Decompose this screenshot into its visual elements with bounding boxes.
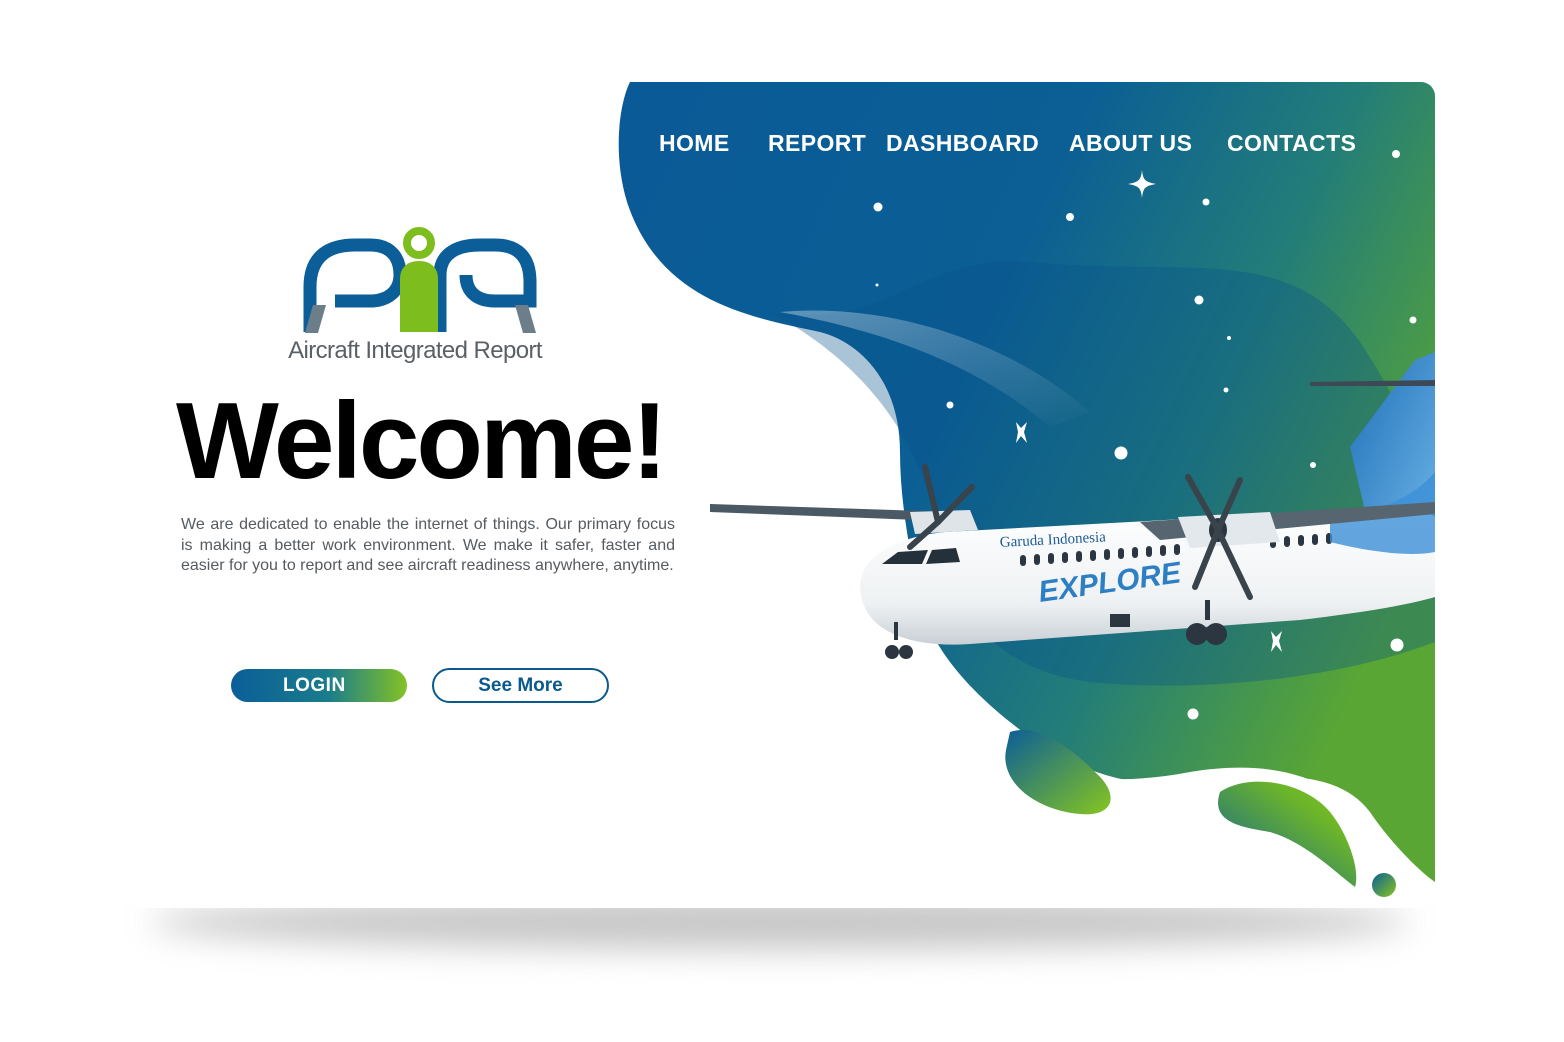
nav-dashboard[interactable]: DASHBOARD — [886, 130, 1039, 157]
see-more-button[interactable]: See More — [432, 668, 609, 703]
nav-about-us[interactable]: ABOUT US — [1069, 130, 1192, 157]
nav-contacts[interactable]: CONTACTS — [1227, 130, 1356, 157]
landing-card: HOME REPORT DASHBOARD ABOUT US CONTACTS … — [130, 82, 1435, 908]
welcome-heading: Welcome! — [176, 380, 668, 502]
airplane-illustration: Garuda Indonesia EXPLORE — [710, 352, 1435, 659]
nav-report[interactable]: REPORT — [768, 130, 866, 157]
brand-tagline: Aircraft Integrated Report — [288, 337, 542, 364]
hero-description: We are dedicated to enable the internet … — [181, 516, 675, 575]
login-button[interactable]: LOGIN — [231, 669, 407, 702]
nav-home[interactable]: HOME — [659, 130, 730, 157]
